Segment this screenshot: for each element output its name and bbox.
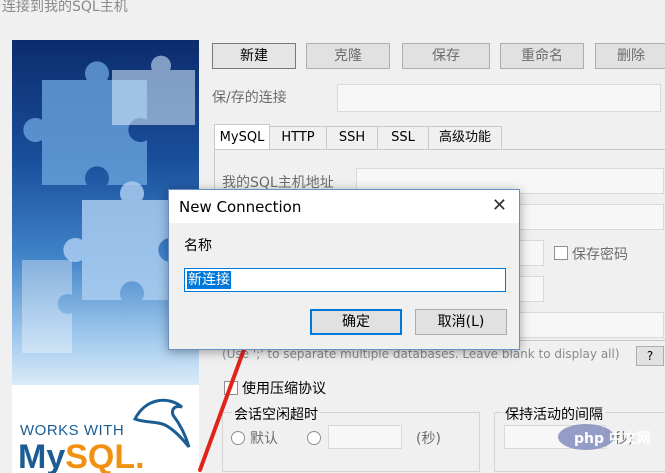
close-icon[interactable]: ✕ [492,195,507,216]
watermark-text: php 中文网 [574,431,651,447]
custom-timeout-radio[interactable] [307,431,321,445]
help-button[interactable]: ? [636,346,664,366]
compress-checkbox[interactable] [224,381,238,395]
dialog-body: 名称 新连接 确定 取消(L) [169,223,519,349]
ok-button[interactable]: 确定 [310,309,402,335]
timeout-field[interactable] [328,425,402,449]
default-radio[interactable] [231,431,245,445]
clone-button[interactable]: 克隆 [306,43,390,69]
compress-label: 使用压缩协议 [242,381,326,397]
session-timeout-label: 会话空闲超时 [232,404,320,424]
tab-ssh[interactable]: SSH [326,126,378,149]
mysql-logo-dot: . [135,438,145,473]
works-with-text: WORKS WITH [20,422,125,439]
saved-connections-select[interactable] [337,84,661,112]
keepalive-label: 保持活动的间隔 [503,404,605,424]
saved-connections-label: 保/存的连接 [212,90,287,106]
seconds-label: (秒) [416,431,441,447]
delete-button[interactable]: 删除 [595,43,665,69]
mysql-logo: MySQL. [18,438,145,473]
dialog-title: New Connection [179,198,302,216]
tab-advanced[interactable]: 高级功能 [428,126,502,149]
tab-ssl[interactable]: SSL [377,126,429,149]
tab-http[interactable]: HTTP [269,126,327,149]
cancel-button[interactable]: 取消(L) [415,309,507,335]
new-connection-dialog: New Connection ✕ 名称 新连接 确定 取消(L) [168,189,520,350]
default-label: 默认 [250,431,278,447]
name-input-value: 新连接 [187,271,231,289]
save-button[interactable]: 保存 [402,43,490,69]
mysql-logo-sql: SQL [65,438,136,473]
save-password-checkbox[interactable] [554,246,568,260]
rename-button[interactable]: 重命名 [500,43,584,69]
tab-mysql[interactable]: MySQL [214,124,270,150]
name-label: 名称 [184,238,212,254]
new-button[interactable]: 新建 [212,43,296,69]
mysql-logo-my: My [18,438,66,473]
name-input[interactable]: 新连接 [184,268,506,292]
window-title: 连接到我的SQL主机 [2,0,128,15]
save-password-label: 保存密码 [572,247,628,263]
